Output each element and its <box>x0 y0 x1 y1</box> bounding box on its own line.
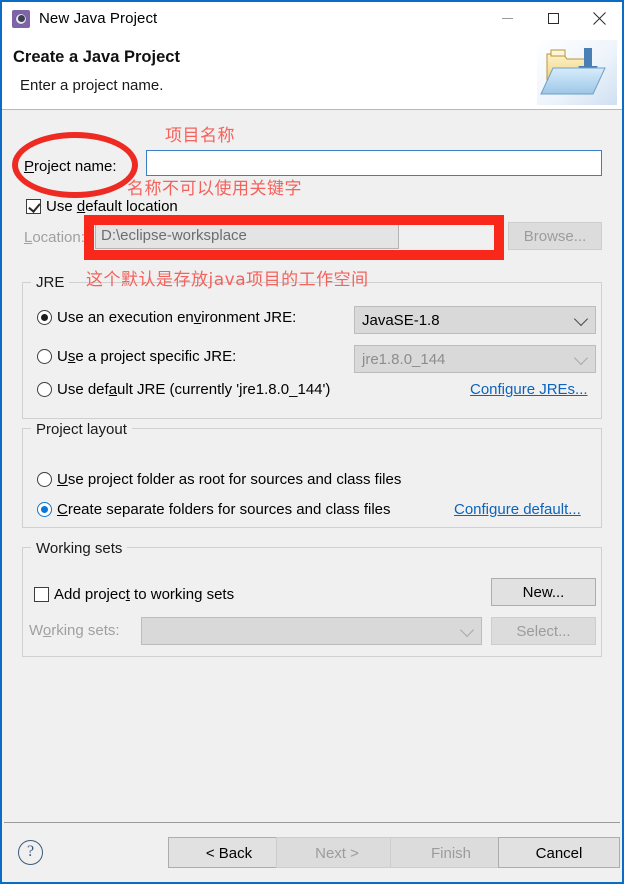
configure-jres-link[interactable]: Configure JREs... <box>470 381 588 398</box>
working-sets-combo-label: Working sets: <box>29 622 120 639</box>
cancel-button[interactable]: Cancel <box>498 837 620 868</box>
jre-default-label: Use default JRE (currently 'jre1.8.0_144… <box>57 381 331 398</box>
window-title: New Java Project <box>39 10 158 27</box>
execution-environment-value: JavaSE-1.8 <box>362 312 440 329</box>
chevron-down-icon <box>459 622 475 638</box>
working-sets-combo[interactable] <box>141 617 482 645</box>
select-working-set-label: Select... <box>516 623 571 640</box>
use-default-location-label: Use default location <box>46 198 178 215</box>
dialog-body: Project name: Use default location Locat… <box>4 110 620 822</box>
window-controls <box>484 2 622 35</box>
location-label: Location: <box>24 229 85 246</box>
annotation-keyword-warning: 名称不可以使用关键字 <box>127 179 302 199</box>
add-project-to-working-sets-label: Add project to working sets <box>54 586 235 603</box>
help-icon[interactable]: ? <box>18 840 43 865</box>
maximize-icon <box>547 13 559 24</box>
layout-project-folder-label: Use project folder as root for sources a… <box>57 471 402 488</box>
project-name-input[interactable] <box>146 150 602 176</box>
jre-default-radio[interactable] <box>37 382 52 397</box>
java-project-folder-icon <box>537 40 617 105</box>
minimize-button[interactable] <box>484 2 530 35</box>
annotation-project-name: 项目名称 <box>165 126 235 146</box>
configure-default-link[interactable]: Configure default... <box>454 501 581 518</box>
jre-execution-environment-radio[interactable] <box>37 310 52 325</box>
back-button[interactable]: < Back <box>168 837 290 868</box>
next-button[interactable]: Next > <box>276 837 398 868</box>
jre-project-specific-radio[interactable] <box>37 349 52 364</box>
finish-button[interactable]: Finish <box>390 837 512 868</box>
layout-separate-folders-label: Create separate folders for sources and … <box>57 501 391 518</box>
minimize-icon <box>501 18 513 19</box>
chevron-down-icon <box>573 311 589 327</box>
use-default-location-checkbox[interactable] <box>26 199 41 214</box>
back-button-label: < Back <box>205 845 253 862</box>
title-bar: New Java Project <box>2 2 622 35</box>
chevron-down-icon <box>573 350 589 366</box>
select-working-set-button[interactable]: Select... <box>491 617 596 645</box>
close-button[interactable] <box>576 2 622 35</box>
jre-project-specific-label: Use a project specific JRE: <box>57 348 237 365</box>
location-input[interactable] <box>95 221 399 249</box>
working-sets-group-title: Working sets <box>31 540 128 557</box>
layout-separate-folders-radio[interactable] <box>37 502 52 517</box>
finish-button-label: Finish <box>430 845 471 862</box>
page-subtitle: Enter a project name. <box>20 77 164 94</box>
annotation-workspace: 这个默认是存放java项目的工作空间 <box>86 270 369 290</box>
add-project-to-working-sets-checkbox[interactable] <box>34 587 49 602</box>
eclipse-icon <box>12 9 30 28</box>
project-name-label: Project name: <box>24 158 117 175</box>
close-icon <box>592 12 606 26</box>
execution-environment-combo[interactable]: JavaSE-1.8 <box>354 306 596 334</box>
project-specific-jre-value: jre1.8.0_144 <box>362 351 446 368</box>
jre-execution-environment-label: Use an execution environment JRE: <box>57 309 297 326</box>
dialog-header: Create a Java Project Enter a project na… <box>2 35 622 110</box>
maximize-button[interactable] <box>530 2 576 35</box>
project-layout-group-title: Project layout <box>31 421 132 438</box>
jre-group-title: JRE <box>31 274 70 291</box>
page-title: Create a Java Project <box>13 48 180 66</box>
project-specific-jre-combo[interactable]: jre1.8.0_144 <box>354 345 596 373</box>
cancel-button-label: Cancel <box>535 845 583 862</box>
layout-project-folder-radio[interactable] <box>37 472 52 487</box>
new-java-project-dialog: New Java Project Create a Java Project E… <box>0 0 624 884</box>
new-working-set-label: New... <box>522 584 565 601</box>
new-working-set-button[interactable]: New... <box>491 578 596 606</box>
browse-button[interactable]: Browse... <box>508 222 602 250</box>
next-button-label: Next > <box>315 845 359 862</box>
